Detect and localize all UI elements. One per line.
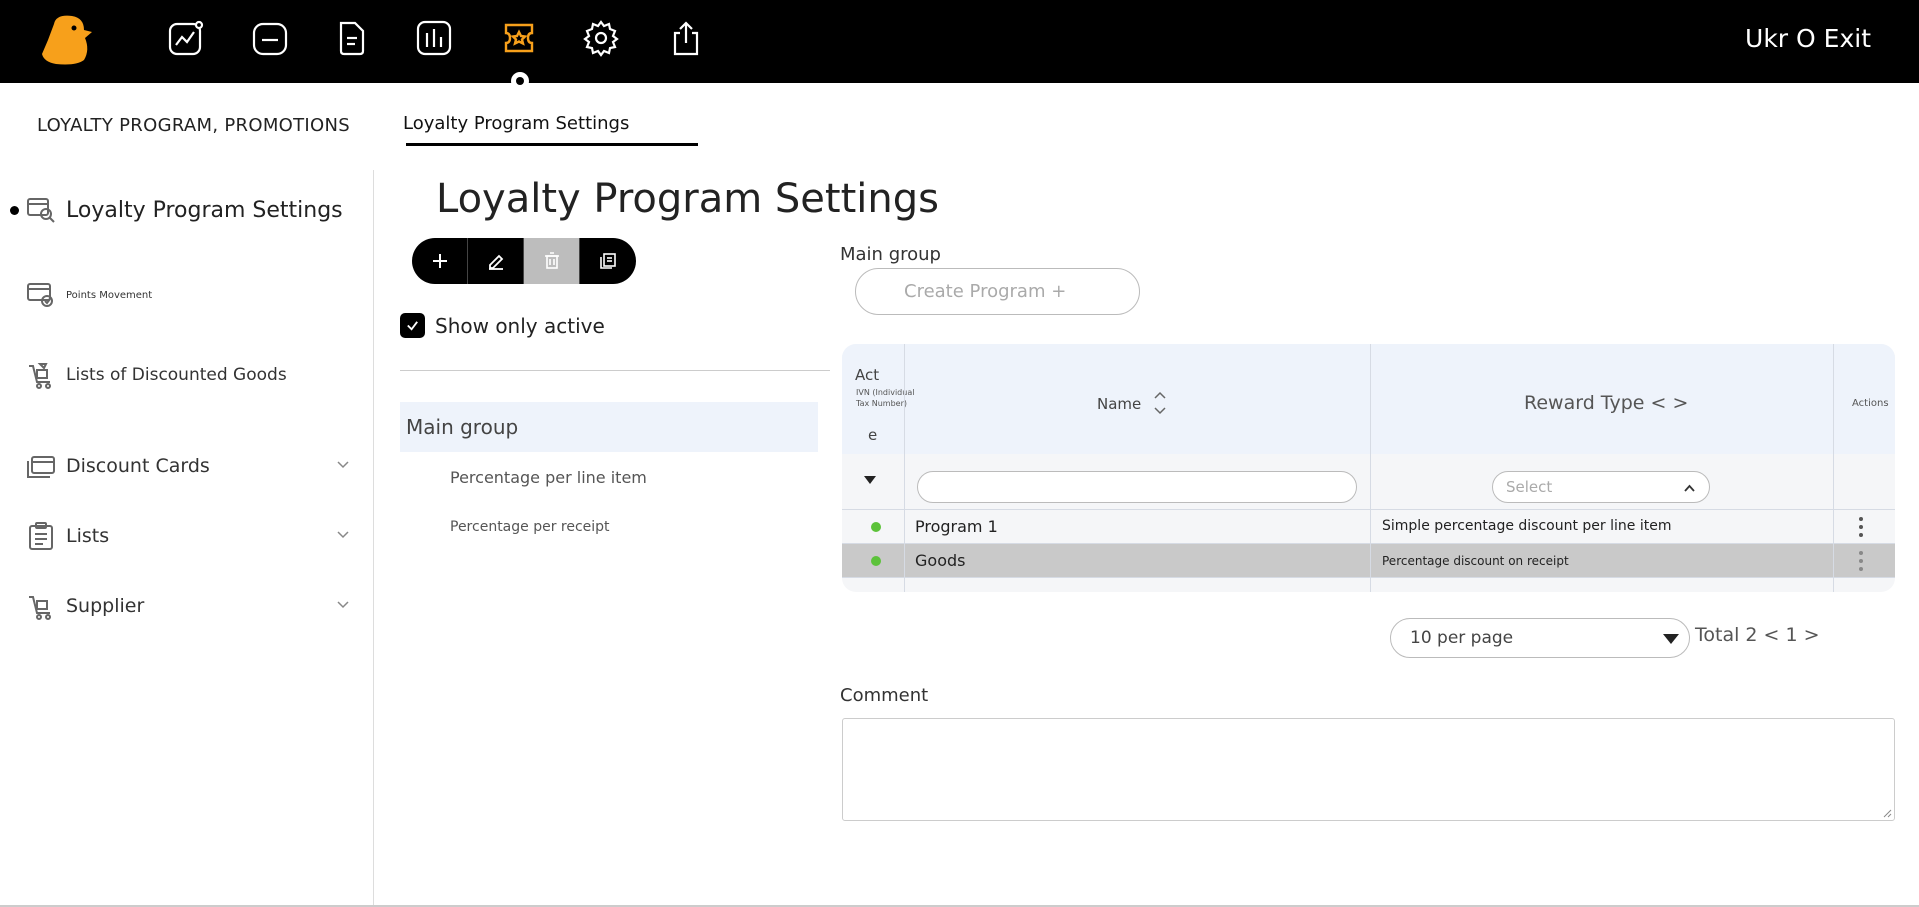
sidebar-divider: [373, 170, 374, 907]
table-row[interactable]: Program 1 Simple percentage discount per…: [842, 510, 1895, 544]
resize-grip-icon[interactable]: [1882, 808, 1892, 818]
tree-item-percentage-per-receipt[interactable]: Percentage per receipt: [450, 519, 610, 535]
page-title: Loyalty Program Settings: [436, 176, 939, 222]
tab-underline: [406, 143, 698, 146]
tree-item-percentage-per-line-item[interactable]: Percentage per line item: [450, 468, 647, 487]
column-divider: [1370, 344, 1371, 592]
show-only-active-checkbox[interactable]: [400, 313, 425, 338]
active-status-dot: [871, 522, 881, 532]
sidebar-item-label: Points Movement: [66, 289, 153, 301]
export-icon[interactable]: [666, 18, 706, 58]
trash-icon: [544, 252, 559, 269]
column-divider: [904, 344, 905, 592]
copy-icon: [600, 253, 616, 269]
sidebar-item-discount-cards[interactable]: Discount Cards: [26, 451, 210, 481]
column-header-act[interactable]: Act: [855, 366, 879, 384]
sidebar-item-label: Lists of Discounted Goods: [66, 365, 287, 385]
sidebar-item-lists-of-discounted-goods[interactable]: Lists of Discounted Goods: [26, 360, 287, 390]
caret-down-icon[interactable]: [864, 476, 876, 484]
plus-icon: [432, 254, 447, 268]
top-bar: Ukr O Exit: [0, 0, 1919, 83]
action-toolbar: [412, 238, 636, 284]
loyalty-icon[interactable]: [499, 18, 539, 58]
duck-logo-icon[interactable]: [40, 14, 102, 66]
column-header-act-tail: e: [868, 426, 878, 444]
reward-type-filter-select[interactable]: Select: [1492, 471, 1710, 503]
column-header-reward-type[interactable]: Reward Type < >: [1524, 392, 1688, 414]
tree-item-main-group[interactable]: Main group: [400, 402, 818, 452]
active-status-dot: [871, 556, 881, 566]
comment-label: Comment: [840, 685, 929, 706]
discounted-goods-icon: [29, 363, 51, 389]
points-movement-icon: [27, 283, 53, 307]
row-name: Goods: [915, 551, 966, 570]
table-header: Act IVN (Individual Tax Number) e Name R…: [842, 344, 1895, 454]
chevron-down-icon[interactable]: [336, 529, 350, 539]
select-placeholder: Select: [1506, 478, 1553, 496]
column-divider: [1833, 344, 1834, 592]
row-reward-type: Percentage discount on receipt: [1382, 554, 1569, 568]
group-label: Main group: [840, 244, 941, 265]
pagination-total[interactable]: Total 2 < 1 >: [1695, 624, 1820, 646]
copy-button[interactable]: [580, 238, 636, 284]
per-page-value: 10 per page: [1410, 628, 1514, 648]
per-page-select[interactable]: 10 per page: [1390, 618, 1690, 658]
table-row[interactable]: Goods Percentage discount on receipt: [842, 544, 1895, 578]
section-title: LOYALTY PROGRAM, PROMOTIONS: [37, 115, 350, 136]
name-filter-input[interactable]: [917, 471, 1357, 503]
show-only-active-label[interactable]: Show only active: [435, 314, 605, 338]
comment-textarea[interactable]: [842, 718, 1895, 821]
divider: [400, 370, 830, 371]
more-actions-icon[interactable]: [1858, 516, 1864, 538]
caret-down-icon: [1663, 634, 1679, 644]
user-exit-link[interactable]: Ukr O Exit: [1745, 24, 1871, 53]
lists-icon: [29, 522, 53, 550]
discount-cards-icon: [27, 456, 55, 478]
active-nav-indicator: [511, 72, 529, 90]
folder-icon[interactable]: [250, 18, 290, 58]
pencil-icon: [488, 254, 503, 270]
edit-button[interactable]: [468, 238, 524, 284]
sort-icon[interactable]: [1152, 388, 1168, 418]
sidebar-item-label: Lists: [66, 525, 110, 547]
sidebar-item-supplier[interactable]: Supplier: [26, 591, 144, 621]
chevron-up-icon: [1684, 484, 1695, 492]
supplier-icon: [29, 596, 51, 620]
programs-table: Act IVN (Individual Tax Number) e Name R…: [842, 344, 1895, 592]
chevron-down-icon[interactable]: [336, 459, 350, 469]
gear-icon[interactable]: [581, 18, 621, 58]
more-actions-icon[interactable]: [1858, 550, 1864, 572]
chevron-down-icon[interactable]: [336, 599, 350, 609]
filter-row: Select: [842, 454, 1895, 510]
column-header-name[interactable]: Name: [1097, 395, 1141, 413]
row-reward-type: Simple percentage discount per line item: [1382, 518, 1672, 534]
sidebar-item-label: Supplier: [66, 595, 145, 617]
column-header-actions: Actions: [1852, 398, 1889, 409]
tab-loyalty-program-settings[interactable]: Loyalty Program Settings: [403, 113, 629, 134]
check-icon: [407, 321, 418, 331]
delete-button[interactable]: [524, 238, 580, 284]
document-icon[interactable]: [332, 18, 372, 58]
sidebar-item-label: Discount Cards: [66, 455, 210, 477]
reports-icon[interactable]: [414, 18, 454, 58]
create-program-button[interactable]: Create Program +: [855, 268, 1140, 315]
sidebar-item-points-movement[interactable]: Points Movement: [26, 280, 152, 310]
add-button[interactable]: [412, 238, 468, 284]
active-bullet: [10, 206, 19, 215]
sidebar-item-loyalty-program-settings[interactable]: Loyalty Program Settings: [26, 195, 343, 225]
column-header-act-sub: IVN (Individual Tax Number): [856, 388, 915, 408]
row-name: Program 1: [915, 517, 998, 536]
loyalty-settings-icon: [27, 198, 55, 223]
analytics-icon[interactable]: [166, 18, 206, 58]
sidebar-item-label: Loyalty Program Settings: [66, 197, 343, 223]
sidebar-item-lists[interactable]: Lists: [26, 521, 109, 551]
